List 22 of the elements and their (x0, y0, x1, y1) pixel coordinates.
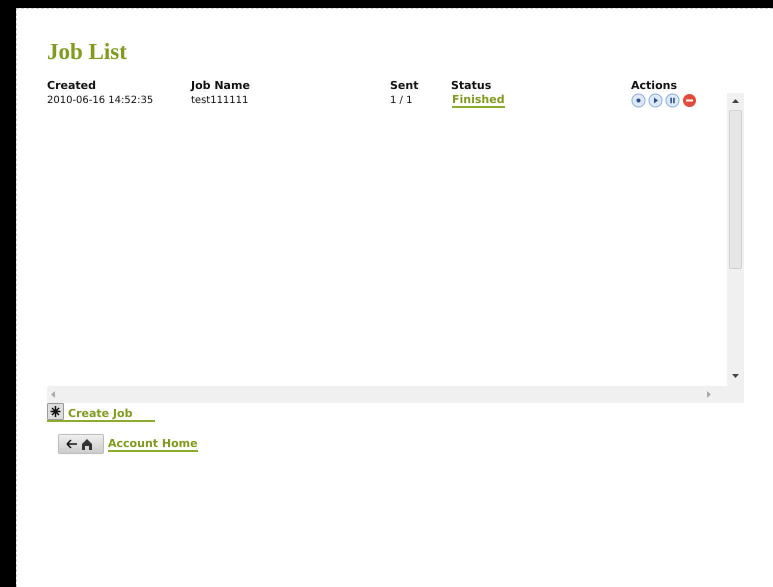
table-cell-text: test111111 (191, 95, 250, 106)
column-header: Job Name (191, 79, 251, 92)
scroll-down-icon[interactable] (731, 371, 740, 380)
page-title: Job List (47, 39, 128, 65)
asterisk-icon[interactable] (47, 403, 64, 420)
table-cell-text: 1 / 1 (390, 95, 414, 106)
column-header: Status (451, 79, 492, 92)
remove-icon[interactable] (682, 93, 697, 108)
create-job-link[interactable]: Create Job (68, 407, 132, 420)
pause-icon[interactable] (665, 93, 680, 108)
scroll-up-icon[interactable] (731, 97, 740, 106)
account-home-link[interactable]: Account Home (108, 436, 198, 452)
dot-button-icon[interactable] (631, 93, 646, 108)
column-header: Created (47, 79, 97, 92)
play-icon[interactable] (648, 93, 663, 108)
column-header: Sent (390, 79, 420, 92)
table-cell-text: 2010-06-16 14:52:35 (47, 95, 154, 106)
vertical-scrollbar[interactable] (727, 93, 744, 386)
back-home-button[interactable] (58, 434, 104, 454)
column-header: Actions (631, 79, 678, 92)
status-link[interactable]: Finished (452, 93, 505, 108)
scrollbar-thumb[interactable] (729, 110, 742, 269)
